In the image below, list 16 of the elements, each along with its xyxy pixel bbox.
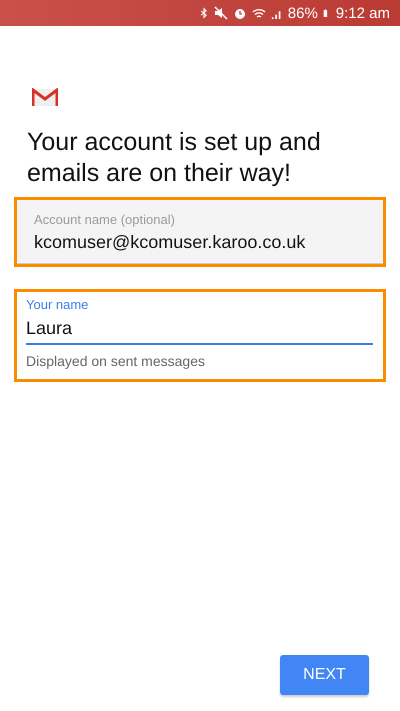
next-button[interactable]: NEXT xyxy=(280,655,369,695)
clock-time: 9:12 am xyxy=(336,4,390,22)
page-heading: Your account is set up and emails are on their way! xyxy=(27,127,322,189)
name-field[interactable]: Laura xyxy=(26,312,373,345)
wifi-icon xyxy=(252,6,266,20)
field-value: kcomuser@kcomuser.karoo.co.uk xyxy=(34,232,306,253)
battery-percent: 86% xyxy=(288,4,318,22)
alarm-icon xyxy=(232,6,247,20)
field-value: Laura xyxy=(26,318,72,338)
mail-logo-icon xyxy=(32,88,58,107)
mute-icon xyxy=(214,6,228,20)
field-label: Account name (optional) xyxy=(34,212,176,227)
account-name-field[interactable]: Account name (optional) kcomuser@kcomuser.karoo.co.uk xyxy=(17,200,383,264)
helper-text: Displayed on sent messages xyxy=(26,353,206,369)
field-label: Your name xyxy=(26,297,90,312)
bluetooth-icon xyxy=(198,6,209,20)
